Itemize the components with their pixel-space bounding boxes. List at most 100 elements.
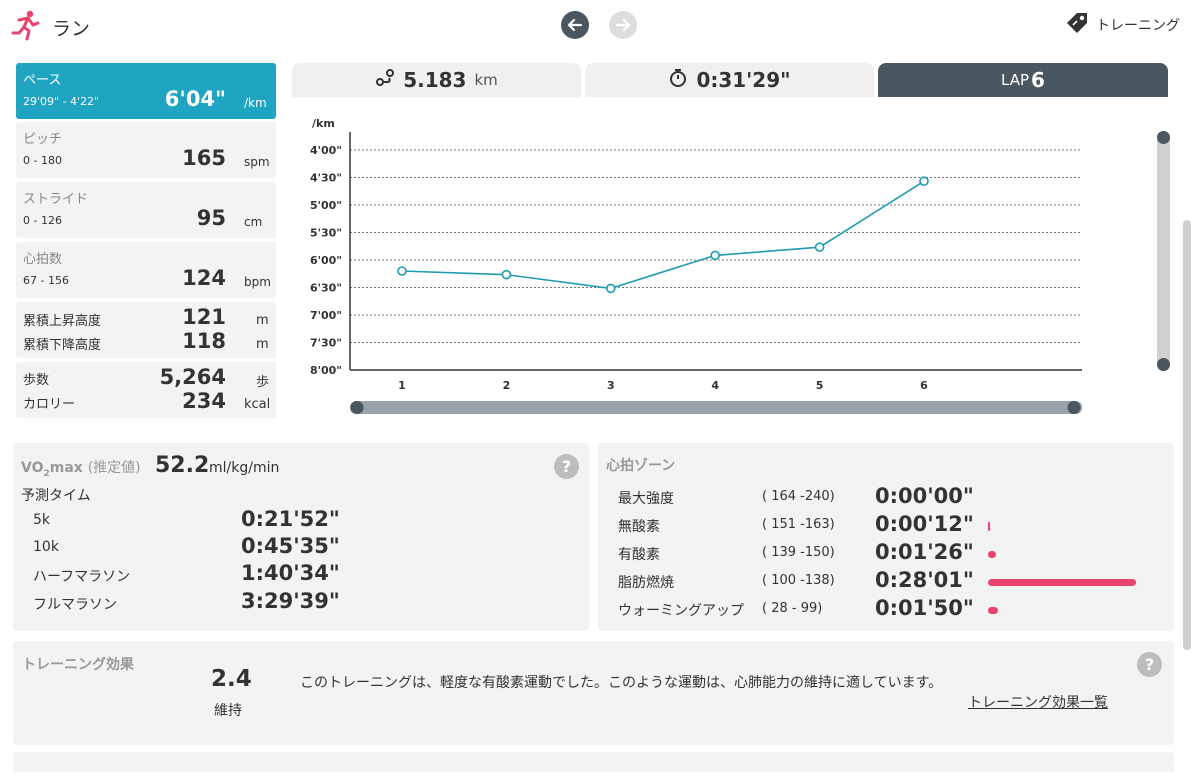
x-tick-label: 5 [816, 379, 824, 392]
training-effect-level: 維持 [214, 703, 242, 719]
zone-bar [988, 522, 990, 531]
zone-range: ( 151 -163) [762, 517, 835, 532]
y-tick-label: 4'30" [310, 172, 342, 185]
steps-value: 5,264 [159, 365, 226, 389]
prediction-name: 5k [33, 512, 51, 528]
zone-name: ウォーミングアップ [618, 603, 744, 619]
tab-time[interactable]: 0:31'29" [585, 63, 874, 97]
x-tick-label: 4 [711, 379, 719, 392]
elevation-up-label: 累積上昇高度 [23, 314, 102, 329]
zone-bar [988, 579, 1136, 586]
help-icon[interactable]: ? [1137, 652, 1162, 677]
metric-range: 29'09" - 4'22" [23, 95, 100, 108]
metric-label: ストライド [23, 192, 89, 207]
zone-time: 0:01'50" [875, 596, 974, 620]
stopwatch-icon [668, 68, 688, 93]
next-panel [13, 752, 1174, 772]
zone-row: 有酸素 ( 139 -150) 0:01'26" [618, 540, 1158, 566]
previous-button[interactable] [561, 11, 589, 39]
y-tick-label: 5'00" [310, 199, 342, 212]
tab-lap[interactable]: LAP 6 [878, 63, 1168, 97]
y-tick-label: 5'30" [310, 227, 342, 240]
training-effect-title: トレーニング効果 [22, 657, 134, 673]
elevation-down-unit: m [256, 337, 269, 352]
training-effect-description: このトレーニングは、軽度な有酸素運動でした。このような運動は、心肺能力の維持に適… [300, 675, 943, 691]
x-tick-label: 6 [920, 379, 928, 392]
y-tick-label: 6'30" [310, 282, 342, 295]
metric-pitch[interactable]: ピッチ 0 - 180 165 spm [16, 122, 276, 178]
zone-bar [988, 607, 998, 614]
data-point [605, 283, 616, 294]
zoom-bottom-handle[interactable] [1157, 358, 1170, 371]
zone-name: 有酸素 [618, 547, 660, 563]
chart-zoom-slider[interactable] [1157, 131, 1170, 371]
hr-zone-title: 心拍ゾーン [606, 458, 676, 474]
training-link-label: トレーニング [1096, 18, 1180, 34]
metric-stride[interactable]: ストライド 0 - 126 95 cm [16, 182, 276, 238]
data-point [919, 176, 929, 186]
metric-label: ピッチ [23, 132, 63, 147]
y-tick-label: 7'00" [310, 309, 342, 322]
vo2max-panel: VO2max (推定値) 52.2 ml/kg/min ? 予測タイム 5k 0… [13, 443, 589, 631]
pace-line [401, 180, 925, 290]
tag-icon [1064, 10, 1090, 40]
next-button[interactable] [609, 11, 637, 39]
zoom-top-handle[interactable] [1157, 131, 1170, 144]
metric-steps-calories: 歩数 5,264 歩 カロリー 234 kcal [16, 362, 276, 418]
prediction-name: フルマラソン [33, 597, 117, 613]
page-scrollbar[interactable] [1183, 220, 1191, 650]
metric-unit: spm [244, 155, 270, 169]
arrow-right-icon [615, 18, 631, 32]
tab-distance[interactable]: 5.183 km [292, 63, 581, 97]
zone-name: 脂肪燃焼 [618, 575, 674, 591]
vo2max-title: VO2max (推定値) [21, 460, 141, 479]
heart-rate-zone-panel: 心拍ゾーン 最大強度 ( 164 -240) 0:00'00" 無酸素 ( 15… [598, 443, 1174, 631]
calories-unit: kcal [244, 397, 271, 412]
zone-time: 0:28'01" [875, 568, 974, 592]
zone-row: 最大強度 ( 164 -240) 0:00'00" [618, 484, 1158, 510]
metric-elevation: 累積上昇高度 121 m 累積下降高度 118 m [16, 302, 276, 358]
metric-unit: cm [244, 215, 263, 229]
prediction-time: 0:45'35" [241, 534, 340, 558]
training-link[interactable]: トレーニング [1064, 12, 1180, 38]
range-slider-start-handle[interactable] [350, 401, 364, 414]
lap-value: 6 [1031, 68, 1045, 92]
metric-pace[interactable]: ペース 29'09" - 4'22" 6'04" /km [16, 63, 276, 119]
route-icon [375, 68, 395, 93]
zone-range: ( 28 - 99) [762, 601, 823, 616]
metric-unit: bpm [244, 275, 271, 289]
metric-label: 心拍数 [23, 252, 63, 267]
x-tick-label: 3 [607, 379, 615, 392]
data-point [397, 266, 407, 276]
distance-value: 5.183 [403, 68, 467, 92]
steps-label: 歩数 [23, 373, 50, 388]
calories-value: 234 [182, 389, 226, 413]
zone-name: 無酸素 [618, 519, 660, 535]
calories-label: カロリー [23, 397, 76, 412]
prediction-time: 0:21'52" [241, 507, 340, 531]
data-point [710, 250, 721, 261]
running-icon [10, 9, 42, 41]
prediction-name: ハーフマラソン [33, 569, 131, 585]
range-slider-track[interactable] [350, 401, 1082, 414]
y-tick-label: 8'00" [310, 364, 342, 377]
pace-chart: /km 4'00" 4'30" 5'00" 5'30" 6'00" 6'30" 7'00" 7… [310, 117, 1082, 414]
chart-y-label: /km [312, 117, 335, 130]
metric-value: 6'04" [164, 87, 226, 111]
metric-range: 0 - 180 [23, 154, 62, 167]
vo2max-value: 52.2 [155, 453, 210, 478]
metric-range: 0 - 126 [23, 214, 62, 227]
metric-heart-rate[interactable]: 心拍数 67 - 156 124 bpm [16, 242, 276, 298]
metric-range: 67 - 156 [23, 274, 69, 287]
training-effect-list-link[interactable]: トレーニング効果一覧 [968, 692, 1108, 712]
help-icon[interactable]: ? [554, 454, 579, 479]
zone-row: ウォーミングアップ ( 28 - 99) 0:01'50" [618, 596, 1158, 622]
range-slider-end-handle[interactable] [1067, 401, 1081, 414]
metric-value: 124 [182, 266, 226, 290]
prediction-name: 10k [33, 539, 59, 555]
metric-value: 165 [182, 146, 226, 170]
zone-range: ( 100 -138) [762, 573, 835, 588]
training-effect-value: 2.4 [211, 666, 252, 692]
data-point [814, 242, 825, 252]
header-bar: ラン トレーニング [0, 0, 1200, 50]
